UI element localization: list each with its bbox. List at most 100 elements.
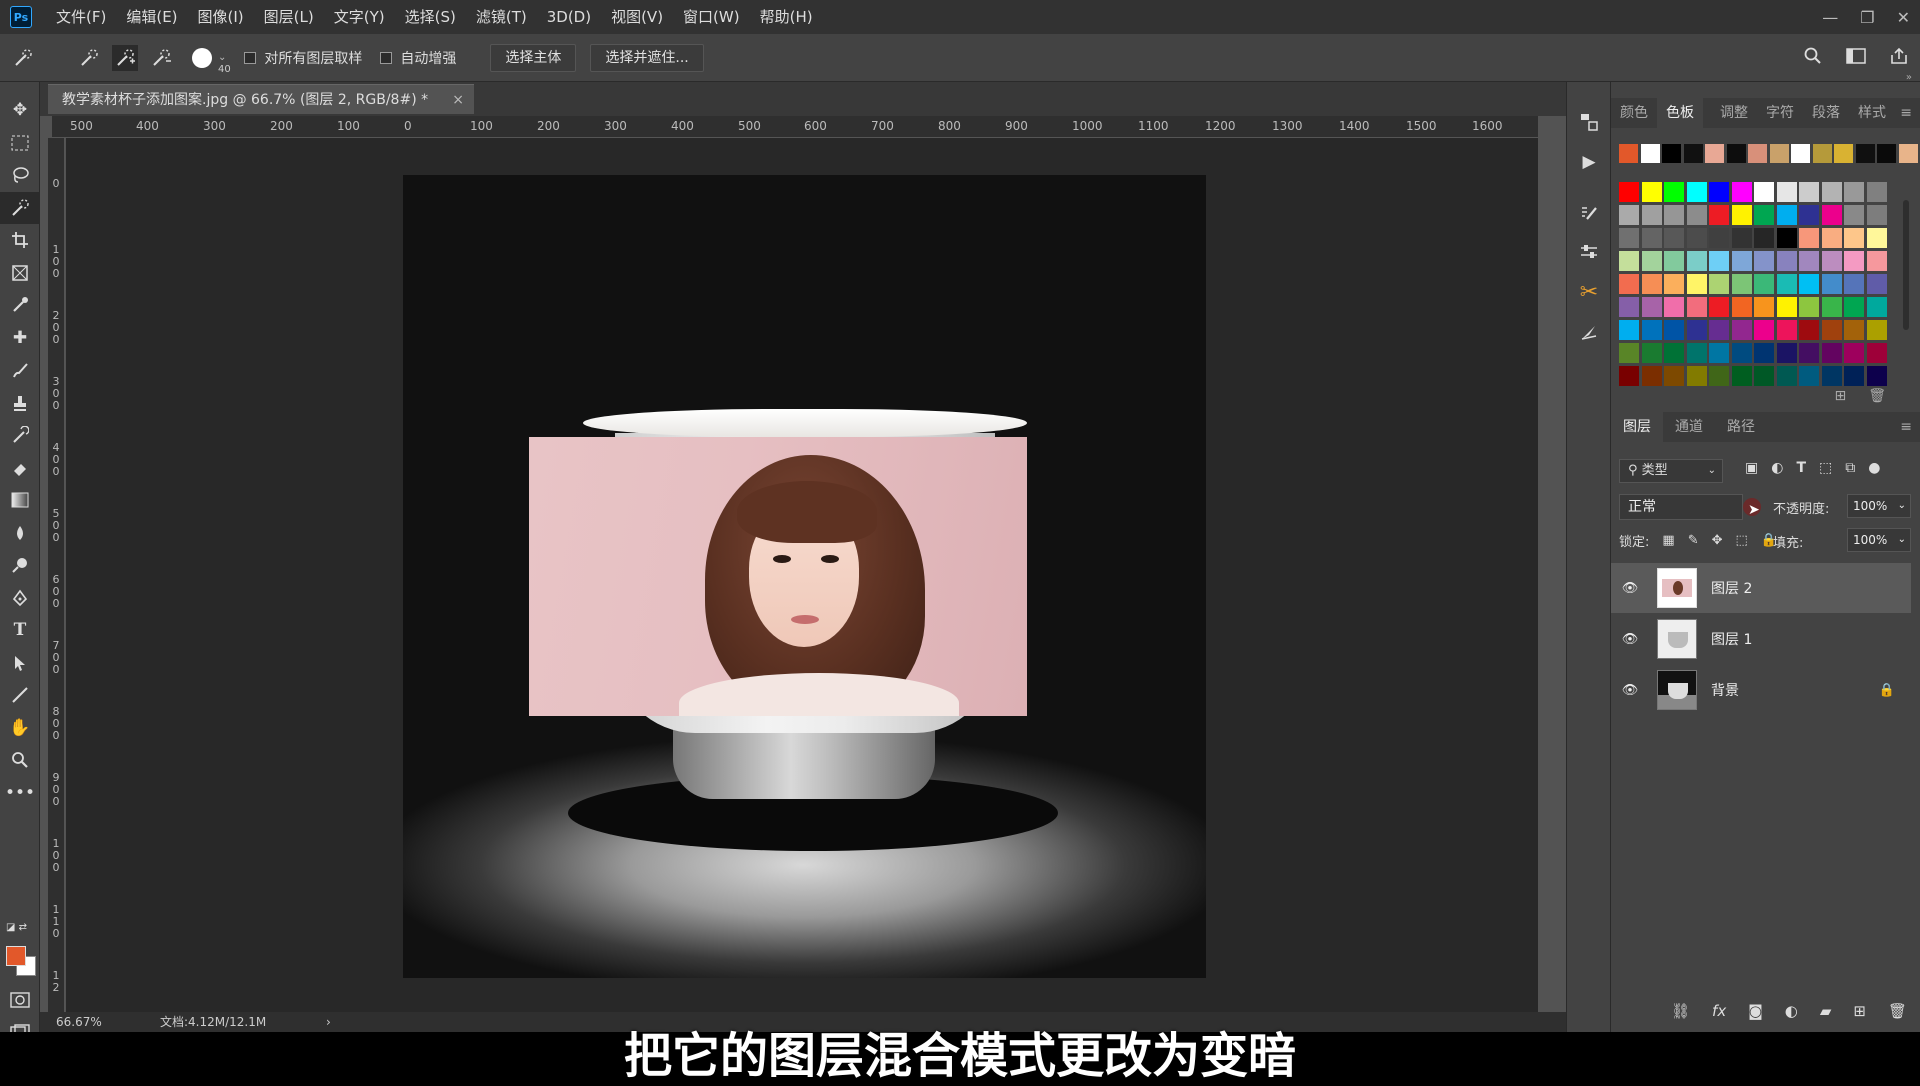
color-swatch[interactable]	[1754, 343, 1774, 363]
color-swatch[interactable]	[1731, 182, 1752, 202]
brush-tool-icon[interactable]	[0, 354, 40, 387]
select-and-mask-button[interactable]: 选择并遮住...	[590, 43, 704, 72]
history-brush-tool-icon[interactable]	[0, 419, 40, 452]
color-swatch[interactable]	[1799, 320, 1819, 340]
auto-enhance-checkbox[interactable]: 自动增强	[380, 48, 456, 68]
crop-tool-icon[interactable]	[0, 224, 40, 257]
hand-tool-icon[interactable]: ✋	[0, 712, 40, 745]
layer-row-background[interactable]: 👁 背景 🔒	[1611, 665, 1911, 715]
color-swatch[interactable]	[1776, 320, 1797, 340]
chevron-down-icon[interactable]: ⌄	[1898, 529, 1906, 551]
visibility-eye-icon[interactable]: 👁	[1615, 632, 1645, 647]
color-swatch[interactable]	[1641, 228, 1662, 248]
color-swatch[interactable]	[1619, 205, 1639, 225]
color-swatch[interactable]	[1664, 274, 1684, 294]
tab-layers[interactable]: 图层	[1611, 412, 1663, 442]
color-swatch[interactable]	[1709, 274, 1729, 294]
color-swatch[interactable]	[1754, 205, 1774, 225]
history-panel-icon[interactable]	[1567, 102, 1611, 142]
tab-paths[interactable]: 路径	[1715, 412, 1767, 442]
color-swatch[interactable]	[1866, 205, 1887, 225]
color-swatch[interactable]	[1641, 251, 1662, 271]
menu-select[interactable]: 选择(S)	[395, 0, 466, 34]
menu-file[interactable]: 文件(F)	[46, 0, 116, 34]
panel-menu-icon[interactable]: ≡	[1891, 98, 1920, 128]
color-swatch[interactable]	[1731, 205, 1752, 225]
swatches-scrollbar[interactable]	[1903, 200, 1909, 330]
document-tab[interactable]: 教学素材杯子添加图案.jpg @ 66.7% (图层 2, RGB/8#) * …	[48, 84, 474, 114]
color-swatch[interactable]	[1844, 320, 1864, 340]
color-swatch[interactable]	[1641, 274, 1662, 294]
default-colors-icon[interactable]: ◪ ⇄	[6, 922, 27, 933]
color-swatch[interactable]	[1776, 343, 1797, 363]
eyedropper-tool-icon[interactable]	[0, 289, 40, 322]
delete-swatch-icon[interactable]: 🗑	[1868, 388, 1886, 404]
brush-size-icon[interactable]	[192, 47, 212, 68]
color-swatch[interactable]	[1664, 343, 1684, 363]
workspace-icon[interactable]	[1846, 48, 1866, 68]
recent-color-swatch[interactable]	[1898, 144, 1918, 163]
color-swatch[interactable]	[1844, 251, 1864, 271]
color-swatch[interactable]	[1754, 320, 1774, 340]
recent-color-swatch[interactable]	[1748, 144, 1767, 163]
color-swatch[interactable]	[1821, 228, 1842, 248]
color-swatch[interactable]	[1641, 343, 1662, 363]
recent-color-swatch[interactable]	[1791, 144, 1810, 163]
menu-window[interactable]: 窗口(W)	[673, 0, 750, 34]
eraser-tool-icon[interactable]	[0, 452, 40, 485]
color-swatch[interactable]	[1844, 228, 1864, 248]
color-swatch[interactable]	[1731, 274, 1752, 294]
recent-color-swatch[interactable]	[1877, 144, 1896, 163]
color-swatch[interactable]	[1641, 297, 1662, 317]
menu-image[interactable]: 图像(I)	[188, 0, 254, 34]
color-swatch[interactable]	[1754, 297, 1774, 317]
pen-tool-icon[interactable]	[0, 582, 40, 615]
color-swatch[interactable]	[1754, 182, 1774, 202]
color-swatch[interactable]	[1866, 320, 1887, 340]
color-swatch[interactable]	[1619, 182, 1639, 202]
color-swatch[interactable]	[1686, 320, 1707, 340]
color-swatch[interactable]	[1776, 274, 1797, 294]
more-tools-icon[interactable]: •••	[0, 777, 40, 810]
subtract-from-selection-icon[interactable]	[148, 45, 174, 71]
filter-toggle-icon[interactable]: ●	[1868, 460, 1880, 476]
color-swatch[interactable]	[1686, 228, 1707, 248]
type-tool-icon[interactable]: T	[0, 614, 40, 647]
recent-color-swatch[interactable]	[1834, 144, 1853, 163]
menu-edit[interactable]: 编辑(E)	[116, 0, 187, 34]
new-swatch-icon[interactable]: ⊞	[1834, 388, 1846, 404]
color-swatch[interactable]	[1686, 205, 1707, 225]
color-swatch[interactable]	[1799, 343, 1819, 363]
color-swatch[interactable]	[1664, 297, 1684, 317]
tab-color[interactable]: 颜色	[1611, 98, 1657, 128]
color-swatch[interactable]	[1799, 205, 1819, 225]
chevron-down-icon[interactable]: ⌄	[1898, 495, 1906, 517]
recent-color-swatch[interactable]	[1769, 144, 1789, 163]
recent-color-swatch[interactable]	[1619, 144, 1638, 163]
color-swatch[interactable]	[1686, 182, 1707, 202]
color-swatch[interactable]	[1754, 251, 1774, 271]
color-swatch[interactable]	[1619, 228, 1639, 248]
color-swatch[interactable]	[1664, 366, 1684, 386]
quick-selection-tool-icon[interactable]	[0, 191, 40, 224]
color-swatch[interactable]	[1866, 343, 1887, 363]
color-swatch[interactable]	[1866, 228, 1887, 248]
select-subject-button[interactable]: 选择主体	[490, 43, 577, 72]
color-swatch[interactable]	[1799, 251, 1819, 271]
color-swatch[interactable]	[1844, 343, 1864, 363]
menu-view[interactable]: 视图(V)	[601, 0, 673, 34]
recent-color-swatch[interactable]	[1705, 144, 1724, 163]
color-swatch[interactable]	[1866, 366, 1887, 386]
color-swatch[interactable]	[1844, 274, 1864, 294]
color-swatch[interactable]	[1821, 343, 1842, 363]
visibility-eye-icon[interactable]: 👁	[1615, 683, 1645, 698]
color-swatch[interactable]	[1844, 205, 1864, 225]
gradient-tool-icon[interactable]	[0, 484, 40, 517]
color-swatch[interactable]	[1821, 205, 1842, 225]
recent-color-swatch[interactable]	[1726, 144, 1746, 163]
image-canvas[interactable]	[403, 175, 1206, 978]
color-swatch[interactable]	[1709, 366, 1729, 386]
color-swatch[interactable]	[1619, 366, 1639, 386]
color-swatch[interactable]	[1799, 228, 1819, 248]
lasso-tool-icon[interactable]	[0, 159, 40, 192]
